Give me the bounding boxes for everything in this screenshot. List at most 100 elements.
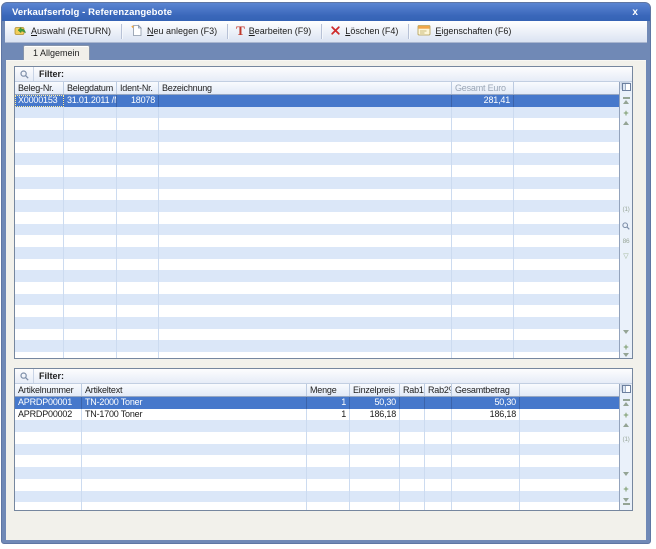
empty-row	[15, 502, 619, 511]
eigenschaften-button[interactable]: Eigenschaften (F6)	[412, 22, 518, 41]
cell	[15, 189, 64, 201]
column-header-einzelpreis[interactable]: Einzelpreis	[350, 384, 400, 396]
cell	[425, 455, 452, 467]
search-icon[interactable]	[15, 67, 34, 81]
column-header-bezeichnung[interactable]: Bezeichnung	[159, 82, 452, 94]
column-header-ident-nr-[interactable]: Ident-Nr.	[117, 82, 159, 94]
cell: TN-2000 Toner	[82, 397, 307, 409]
cell	[159, 270, 452, 282]
toolbar-separator	[227, 24, 228, 39]
title-bar[interactable]: Verkaufserfolg - Referenzangebote x	[2, 3, 650, 21]
auswahl-button[interactable]: Auswahl (RETURN)	[9, 22, 118, 41]
cell	[520, 444, 619, 456]
cell	[425, 397, 452, 409]
column-options-icon[interactable]	[620, 385, 632, 393]
cell	[64, 282, 117, 294]
insert-row-icon[interactable]: +	[620, 411, 632, 419]
cell	[425, 467, 452, 479]
table-row[interactable]: X000015331.01.2011 /Mo18078281,41	[15, 95, 619, 107]
cell	[514, 224, 619, 236]
cell	[159, 153, 452, 165]
cell	[350, 467, 400, 479]
app-window: Verkaufserfolg - Referenzangebote x Ausw…	[1, 2, 651, 544]
table-row[interactable]: APRDP00002TN-1700 Toner1186,18186,18	[15, 409, 619, 421]
append-row-icon[interactable]: +	[620, 485, 632, 493]
tab-allgemein[interactable]: 1 Allgemein	[23, 45, 90, 61]
cell	[514, 294, 619, 306]
cell	[425, 479, 452, 491]
move-up-icon[interactable]	[620, 121, 632, 125]
cell	[15, 420, 82, 432]
cell	[514, 177, 619, 189]
table-row[interactable]: APRDP00001TN-2000 Toner150,3050,30	[15, 397, 619, 409]
empty-row	[15, 305, 619, 317]
cell	[159, 294, 452, 306]
cell	[520, 491, 619, 503]
filter-bar: Filter:	[15, 67, 632, 82]
cell	[159, 259, 452, 271]
cell: 1	[307, 409, 350, 421]
close-button[interactable]: x	[630, 7, 640, 18]
column-header-belegdatum[interactable]: Belegdatum	[64, 82, 117, 94]
column-header-gesamt-euro[interactable]: Gesamt Euro	[452, 82, 514, 94]
column-header-menge[interactable]: Menge	[307, 384, 350, 396]
append-row-icon[interactable]: +	[620, 343, 632, 351]
record-count-icon[interactable]: (1)	[620, 436, 632, 443]
properties-icon	[417, 24, 431, 38]
cell	[159, 340, 452, 352]
column-header-artikeltext[interactable]: Artikeltext	[82, 384, 307, 396]
cell: 1	[307, 397, 350, 409]
column-header-artikelnummer[interactable]: Artikelnummer	[15, 384, 82, 396]
cell	[159, 352, 452, 359]
filter-icon[interactable]: ▽	[620, 253, 632, 260]
window-title: Verkaufserfolg - Referenzangebote	[12, 7, 630, 18]
empty-row	[15, 352, 619, 359]
scroll-bottom-icon[interactable]	[620, 498, 632, 506]
cell	[15, 212, 64, 224]
move-up-icon[interactable]	[620, 423, 632, 427]
column-header-rab1-[interactable]: Rab1%	[400, 384, 425, 396]
cell	[520, 479, 619, 491]
column-header-gesamtbetrag[interactable]: Gesamtbetrag	[452, 384, 520, 396]
cell	[452, 294, 514, 306]
cell	[15, 491, 82, 503]
neu-anlegen-button[interactable]: Neu anlegen (F3)	[125, 22, 224, 42]
bearbeiten-button[interactable]: T Bearbeiten (F9)	[231, 23, 318, 40]
column-header-rab2-[interactable]: Rab2%	[425, 384, 452, 396]
cell	[64, 247, 117, 259]
cell	[350, 479, 400, 491]
column-options-icon[interactable]	[620, 83, 632, 91]
search-icon[interactable]	[620, 222, 632, 230]
scroll-bottom-icon[interactable]	[620, 353, 632, 359]
cell	[520, 432, 619, 444]
cell	[350, 455, 400, 467]
cell	[307, 455, 350, 467]
cell	[452, 107, 514, 119]
cell	[514, 200, 619, 212]
cell	[425, 432, 452, 444]
cell	[64, 305, 117, 317]
cell	[307, 432, 350, 444]
scroll-top-icon[interactable]	[620, 96, 632, 104]
cell	[159, 118, 452, 130]
cell	[452, 189, 514, 201]
record-number-icon[interactable]: 86	[620, 238, 632, 245]
move-down-icon[interactable]	[620, 330, 632, 334]
delete-icon	[330, 25, 341, 38]
cell	[425, 420, 452, 432]
insert-row-icon[interactable]: +	[620, 109, 632, 117]
empty-row	[15, 420, 619, 432]
select-return-icon	[14, 24, 27, 38]
cell	[514, 118, 619, 130]
record-count-icon[interactable]: (1)	[620, 206, 632, 213]
scroll-top-icon[interactable]	[620, 398, 632, 406]
cell	[452, 352, 514, 359]
search-icon[interactable]	[15, 369, 34, 383]
move-down-icon[interactable]	[620, 472, 632, 476]
column-header-beleg-nr-[interactable]: Beleg-Nr.	[15, 82, 64, 94]
cell	[452, 329, 514, 341]
cell	[64, 294, 117, 306]
loeschen-button[interactable]: Löschen (F4)	[325, 23, 405, 41]
cell	[159, 177, 452, 189]
cell	[15, 294, 64, 306]
